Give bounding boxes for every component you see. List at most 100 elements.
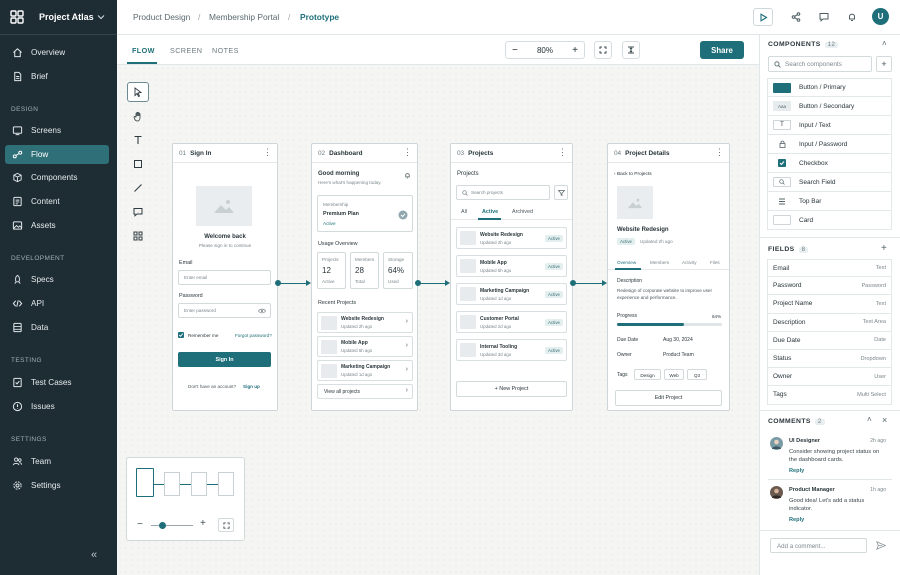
detail-tab-activity[interactable]: Activity — [682, 260, 697, 265]
project-search-input[interactable]: Search projects — [456, 185, 550, 200]
edit-project-button[interactable]: Edit Project — [615, 390, 722, 406]
filter-tab-active[interactable]: Active — [482, 209, 498, 215]
sign-in-button[interactable]: Sign In — [178, 352, 271, 367]
more-icon[interactable]: ⋮ — [558, 148, 567, 157]
tab-flow[interactable]: FLOW — [132, 46, 155, 55]
password-field[interactable]: Enter password — [178, 303, 271, 318]
breadcrumb-item[interactable]: Membership Portal — [209, 12, 279, 22]
filter-button[interactable] — [554, 185, 568, 200]
add-component-button[interactable]: + — [876, 56, 892, 72]
sidebar-item-flow[interactable]: Flow — [5, 145, 109, 164]
zoom-out-button[interactable]: − — [512, 45, 518, 56]
play-button[interactable] — [753, 8, 773, 26]
fit-screen-button[interactable] — [594, 41, 612, 59]
notifications-button[interactable] — [842, 8, 862, 26]
hand-tool[interactable] — [127, 106, 149, 126]
sidebar-item-settings[interactable]: Settings — [5, 476, 109, 495]
detail-tab-files[interactable]: Files — [710, 260, 720, 265]
field-row[interactable]: Tags Multi Select — [767, 386, 892, 405]
text-tool[interactable] — [127, 130, 149, 150]
frame-dashboard[interactable]: 02 Dashboard ⋮ Good morning Here's what's … — [311, 143, 418, 411]
back-link[interactable]: ‹ Back to Projects — [614, 172, 652, 177]
sidebar-item-assets[interactable]: Assets — [5, 216, 109, 235]
more-icon[interactable]: ⋮ — [263, 148, 272, 157]
comments-button[interactable] — [814, 8, 834, 26]
list-item[interactable]: Website Redesign Updated 2h ago › — [317, 312, 413, 333]
sidebar-item-data[interactable]: Data — [5, 318, 109, 337]
user-avatar[interactable]: U — [872, 8, 889, 25]
forgot-password-link[interactable]: Forgot password? — [235, 333, 272, 338]
list-item[interactable]: Marketing Campaign Updated 1d ago › — [317, 360, 413, 381]
list-item[interactable]: Customer Portal Updated 2d ago Active — [456, 311, 567, 333]
component-item[interactable]: Search Field — [767, 173, 892, 192]
component-item[interactable]: Card — [767, 211, 892, 230]
minimap-zoom-in[interactable]: + — [200, 518, 206, 529]
email-field[interactable]: Enter email — [178, 270, 271, 285]
tab-notes[interactable]: NOTES — [212, 46, 239, 55]
sidebar-item-brief[interactable]: Brief — [5, 67, 109, 86]
zoom-in-button[interactable]: + — [572, 45, 578, 56]
remember-checkbox[interactable] — [178, 332, 184, 338]
field-row[interactable]: Project Name Text — [767, 295, 892, 314]
field-row[interactable]: Due Date Date — [767, 331, 892, 350]
component-item[interactable]: T Input / Text — [767, 116, 892, 135]
component-item[interactable]: Checkbox — [767, 154, 892, 173]
component-item[interactable]: Top Bar — [767, 192, 892, 211]
minimap-zoom-out[interactable]: − — [137, 519, 143, 530]
sidebar-item-team[interactable]: Team — [5, 452, 109, 471]
sidebar-item-test-cases[interactable]: Test Cases — [5, 373, 109, 392]
minimap[interactable]: − + — [126, 457, 245, 541]
sidebar-item-api[interactable]: API — [5, 294, 109, 313]
sidebar-item-issues[interactable]: Issues — [5, 397, 109, 416]
list-item[interactable]: Internal Tooling Updated 3d ago Active — [456, 339, 567, 361]
frame-projects[interactable]: 03 Projects ⋮ Projects Search projects All… — [450, 143, 573, 411]
field-row[interactable]: Description Text Area — [767, 313, 892, 332]
field-row[interactable]: Owner User — [767, 368, 892, 387]
share-link-button[interactable] — [786, 8, 806, 26]
add-comment-input[interactable]: Add a comment... — [770, 538, 867, 553]
component-item[interactable]: Button / Primary — [767, 78, 892, 97]
sidebar-item-screens[interactable]: Screens — [5, 121, 109, 140]
breadcrumb-item[interactable]: Product Design — [133, 12, 190, 22]
bell-icon[interactable] — [404, 172, 411, 179]
more-icon[interactable]: ⋮ — [715, 148, 724, 157]
detail-tab-overview[interactable]: Overview — [617, 260, 636, 265]
sign-up-link[interactable]: Sign up — [243, 384, 260, 389]
fit-height-button[interactable] — [622, 41, 640, 59]
close-icon[interactable]: × — [882, 415, 887, 425]
collapse-sidebar-icon[interactable]: « — [91, 549, 97, 561]
reply-link[interactable]: Reply — [789, 468, 804, 474]
filter-tab-archived[interactable]: Archived — [512, 209, 533, 215]
line-tool[interactable] — [127, 178, 149, 198]
view-all-link[interactable]: View all projects › — [317, 384, 413, 399]
comment-tool[interactable] — [127, 202, 149, 222]
add-field-button[interactable]: + — [881, 243, 887, 254]
reply-link[interactable]: Reply — [789, 517, 804, 523]
frame-sign-in[interactable]: 01 Sign In ⋮ Welcome back Please sign in t… — [172, 143, 278, 411]
component-item[interactable]: Input / Password — [767, 135, 892, 154]
minimap-fit-button[interactable] — [218, 518, 234, 532]
collapse-chevron-icon[interactable]: ˄ — [882, 39, 887, 48]
list-item[interactable]: Website Redesign Updated 2h ago Active — [456, 227, 567, 249]
collapse-chevron-icon[interactable]: ˄ — [867, 415, 872, 424]
sidebar-item-components[interactable]: Components — [5, 168, 109, 187]
chevron-down-icon[interactable] — [97, 13, 105, 21]
sidebar-item-overview[interactable]: Overview — [5, 43, 109, 62]
list-item[interactable]: Mobile App Updated 5h ago › — [317, 336, 413, 357]
component-item[interactable]: Aaa Button / Secondary — [767, 97, 892, 116]
flow-canvas[interactable]: 01 Sign In ⋮ Welcome back Please sign in t… — [117, 65, 759, 575]
sidebar-item-specs[interactable]: Specs — [5, 270, 109, 289]
frame-project-details[interactable]: 04 Project Details ⋮ ‹ Back to Projects We… — [607, 143, 730, 411]
select-tool[interactable] — [127, 82, 149, 102]
component-search-input[interactable]: Search components — [768, 56, 872, 72]
rectangle-tool[interactable] — [127, 154, 149, 174]
field-row[interactable]: Status Dropdown — [767, 350, 892, 369]
share-button[interactable]: Share — [700, 41, 744, 59]
list-item[interactable]: Mobile App Updated 5h ago Active — [456, 255, 567, 277]
field-row[interactable]: Password Password — [767, 277, 892, 296]
list-item[interactable]: Marketing Campaign Updated 1d ago Active — [456, 283, 567, 305]
membership-card[interactable]: Membership Premium Plan Active — [317, 195, 413, 232]
eye-icon[interactable] — [258, 308, 266, 314]
filter-tab-all[interactable]: All — [461, 209, 467, 215]
field-row[interactable]: Email Text — [767, 259, 892, 278]
